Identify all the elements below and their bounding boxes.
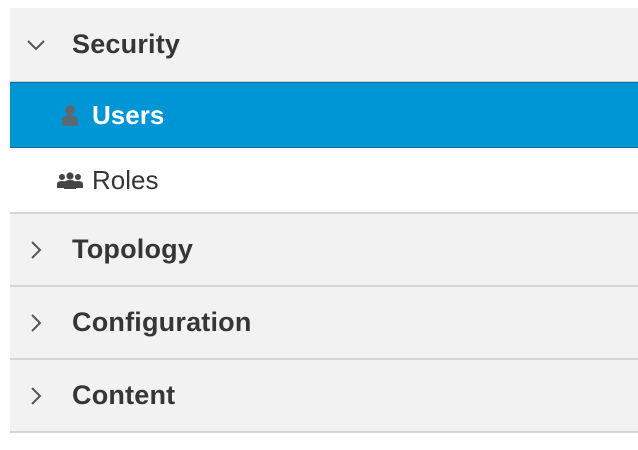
chevron-right-icon <box>24 384 48 408</box>
chevron-right-icon <box>24 238 48 262</box>
sidebar-nav: Security Users Roles Topology Configurat… <box>10 8 638 433</box>
chevron-right-icon <box>24 311 48 335</box>
user-icon <box>56 103 84 127</box>
sidebar-item-users-label: Users <box>92 99 165 130</box>
section-security-title: Security <box>72 29 181 59</box>
section-security-header[interactable]: Security <box>10 8 638 82</box>
section-content-title: Content <box>72 380 176 410</box>
section-topology-header[interactable]: Topology <box>10 214 638 287</box>
sidebar-item-roles[interactable]: Roles <box>10 148 638 214</box>
section-topology-title: Topology <box>72 234 194 264</box>
sidebar-item-users[interactable]: Users <box>10 82 638 148</box>
section-content-header[interactable]: Content <box>10 360 638 433</box>
users-group-icon <box>56 168 84 192</box>
chevron-down-icon <box>24 33 48 57</box>
section-configuration-title: Configuration <box>72 307 252 337</box>
section-configuration-header[interactable]: Configuration <box>10 287 638 360</box>
sidebar-item-roles-label: Roles <box>92 164 159 195</box>
